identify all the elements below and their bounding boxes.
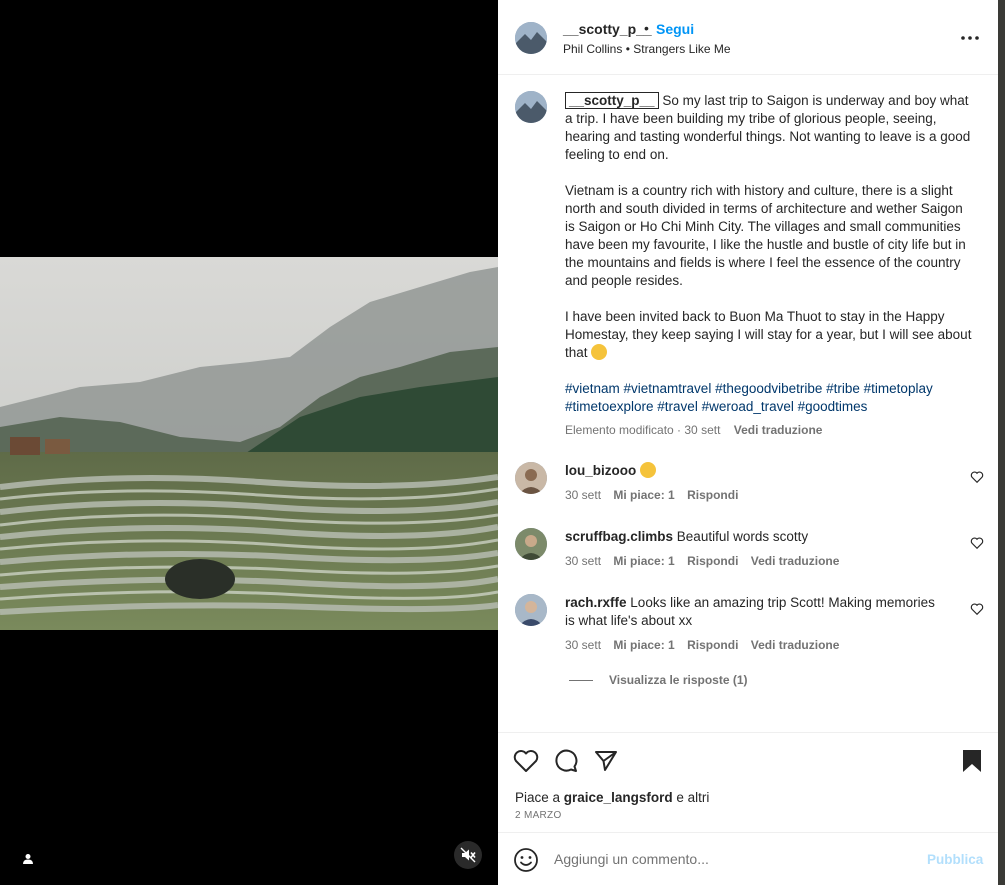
bookmark-filled-icon (963, 750, 981, 772)
rice-terraces-image (0, 257, 498, 630)
caption-paragraph-3: I have been invited back to Buon Ma Thuo… (565, 309, 972, 360)
caption-paragraph-2: Vietnam is a country rich with history a… (565, 183, 966, 288)
more-horizontal-icon (961, 36, 979, 40)
comment-input[interactable] (554, 849, 914, 869)
comment-button[interactable] (552, 747, 580, 775)
commenter-username[interactable]: lou_bizooo (565, 463, 636, 478)
separator-dot: • (644, 20, 649, 36)
emoji-picker-button[interactable] (513, 847, 539, 873)
reply-button[interactable]: Rispondi (687, 554, 738, 568)
commenter-avatar[interactable] (515, 594, 547, 626)
like-button[interactable] (512, 747, 540, 775)
comment-heart-icon[interactable] (970, 602, 984, 616)
author-avatar[interactable] (515, 22, 547, 54)
comment-meta: 30 sett Mi piace: 1 Rispondi (565, 488, 747, 502)
comment-likes[interactable]: Mi piace: 1 (613, 638, 674, 652)
more-options-button[interactable] (958, 28, 982, 48)
comment-icon (555, 749, 578, 772)
caption-hashtags[interactable]: #vietnam #vietnamtravel #thegoodvibetrib… (565, 380, 975, 416)
caption-meta: Elemento modificato · 30 sett Vedi tradu… (565, 423, 822, 437)
likes-suffix[interactable]: e altri (673, 790, 709, 805)
background-edge (998, 0, 1005, 885)
commenter-avatar[interactable] (515, 462, 547, 494)
follow-button[interactable]: Segui (656, 21, 694, 37)
share-icon (595, 751, 617, 771)
comment-likes[interactable]: Mi piace: 1 (613, 554, 674, 568)
likes-prefix: Piace a (515, 790, 564, 805)
comment-likes[interactable]: Mi piace: 1 (613, 488, 674, 502)
commenter-username[interactable]: rach.rxffe (565, 595, 627, 610)
replies-divider-line (569, 679, 593, 681)
post-photo[interactable] (0, 257, 498, 630)
comment-time: 30 sett (565, 554, 602, 568)
edited-timestamp: Elemento modificato · 30 sett (565, 423, 721, 437)
comment-meta: 30 sett Mi piace: 1 Rispondi Vedi traduz… (565, 554, 848, 568)
view-replies-label: Visualizza le risposte (1) (609, 673, 748, 687)
user-tag-button[interactable] (14, 845, 42, 873)
post-actions: Piace a graice_langsford e altri 2 MARZO (498, 732, 998, 832)
reply-button[interactable]: Rispondi (687, 488, 738, 502)
view-replies-button[interactable]: Visualizza le risposte (1) (569, 673, 748, 687)
liker-username[interactable]: graice_langsford (564, 790, 673, 805)
comment-time: 30 sett (565, 638, 602, 652)
caption-author-avatar[interactable] (515, 91, 547, 123)
mute-button[interactable] (454, 841, 482, 869)
person-icon (23, 854, 33, 864)
star-eyes-emoji-icon (640, 462, 657, 478)
comment-time: 30 sett (565, 488, 602, 502)
heart-icon (513, 750, 539, 772)
muted-speaker-icon (460, 847, 476, 863)
see-translation-link[interactable]: Vedi traduzione (734, 423, 823, 437)
post-caption: __scotty_p__ So my last trip to Saigon i… (565, 92, 975, 434)
post-details-panel: __scotty_p__ • Segui Phil Collins • Stra… (498, 0, 998, 885)
comment-heart-icon[interactable] (970, 470, 984, 484)
post-date: 2 MARZO (515, 810, 562, 821)
see-translation-link[interactable]: Vedi traduzione (751, 554, 840, 568)
reply-button[interactable]: Rispondi (687, 638, 738, 652)
add-comment-bar: Pubblica (498, 832, 998, 885)
commenter-username[interactable]: scruffbag.climbs (565, 529, 673, 544)
audio-track[interactable]: Phil Collins • Strangers Like Me (563, 42, 731, 56)
comment-text: Beautiful words scotty (676, 529, 809, 544)
author-username[interactable]: __scotty_p__ (563, 21, 652, 37)
comment-meta: 30 sett Mi piace: 1 Rispondi Vedi traduz… (565, 638, 848, 652)
publish-button[interactable]: Pubblica (927, 852, 983, 867)
post-media[interactable] (0, 0, 498, 885)
comment-heart-icon[interactable] (970, 536, 984, 550)
save-button[interactable] (958, 747, 986, 775)
post-header: __scotty_p__ • Segui Phil Collins • Stra… (498, 0, 998, 75)
grinning-sweat-emoji-icon (591, 344, 608, 360)
emoji-icon (514, 848, 538, 872)
share-button[interactable] (592, 747, 620, 775)
likes-summary: Piace a graice_langsford e altri (515, 790, 709, 805)
caption-author-username[interactable]: __scotty_p__ (565, 92, 659, 109)
see-translation-link[interactable]: Vedi traduzione (751, 638, 840, 652)
commenter-avatar[interactable] (515, 528, 547, 560)
